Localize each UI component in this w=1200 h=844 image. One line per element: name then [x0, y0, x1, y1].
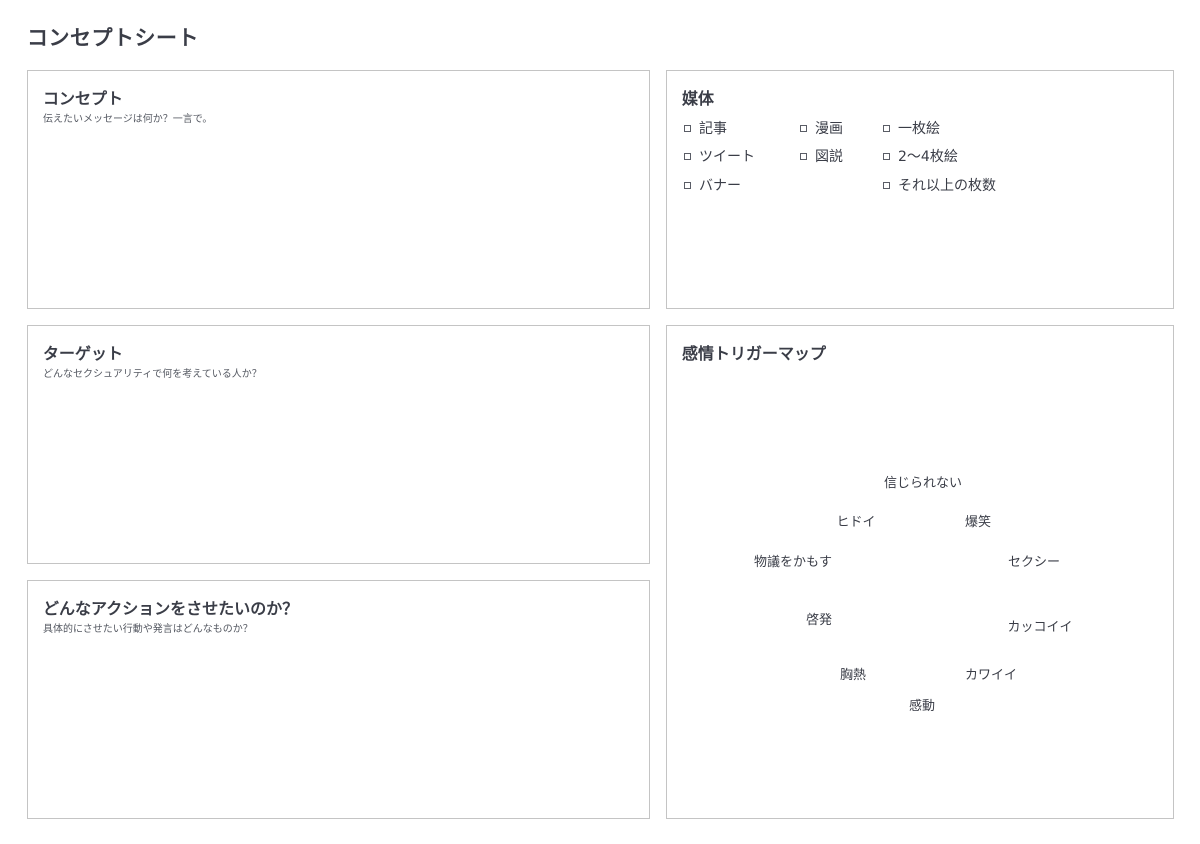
media-option-label: 一枚絵: [898, 121, 940, 137]
media-panel: 媒体 記事 ツイート バナー 漫画 図説 一枚絵 2～4枚絵 それ以上の枚数: [666, 70, 1174, 309]
target-panel: ターゲット どんなセクシュアリティで何を考えている人か？: [27, 325, 650, 564]
checkbox-icon[interactable]: [684, 152, 691, 160]
emotion-word-controversial: 物議をかもす: [753, 555, 833, 570]
concept-subtitle: 伝えたいメッセージは何か？一言で。: [43, 114, 213, 125]
media-option-manga[interactable]: 漫画: [800, 118, 843, 138]
emotion-word-sexy: セクシー: [1007, 555, 1061, 570]
media-option-label: 図説: [815, 149, 843, 165]
checkbox-icon[interactable]: [684, 181, 691, 189]
media-option-banner[interactable]: バナー: [684, 175, 741, 195]
emotion-word-moving: 感動: [908, 699, 936, 714]
media-option-label: それ以上の枚数: [898, 178, 996, 194]
emotion-word-heartwarming: 胸熱: [839, 668, 867, 683]
media-option-label: ツイート: [699, 149, 755, 165]
emotion-word-lol: 爆笑: [964, 515, 992, 530]
media-option-article[interactable]: 記事: [684, 118, 727, 138]
emotion-word-cute: カワイイ: [964, 668, 1018, 683]
media-option-label: 漫画: [815, 121, 843, 137]
concept-heading: コンセプト: [43, 89, 124, 108]
checkbox-icon[interactable]: [800, 152, 807, 160]
media-option-single-image[interactable]: 一枚絵: [883, 118, 940, 138]
media-option-label: 2～4枚絵: [898, 149, 958, 165]
media-heading: 媒体: [682, 89, 715, 108]
media-option-label: バナー: [699, 178, 741, 194]
action-heading: どんなアクションをさせたいのか？: [43, 599, 299, 618]
action-subtitle: 具体的にさせたい行動や発言はどんなものか？: [43, 624, 253, 635]
target-heading: ターゲット: [43, 344, 124, 363]
checkbox-icon[interactable]: [883, 152, 890, 160]
media-option-label: 記事: [699, 121, 727, 137]
checkbox-icon[interactable]: [800, 124, 807, 132]
media-option-2-4-images[interactable]: 2～4枚絵: [883, 146, 958, 166]
checkbox-icon[interactable]: [883, 181, 890, 189]
concept-panel: コンセプト 伝えたいメッセージは何か？一言で。: [27, 70, 650, 309]
media-option-more-images[interactable]: それ以上の枚数: [883, 175, 996, 195]
page-title: コンセプトシート: [27, 26, 199, 50]
target-subtitle: どんなセクシュアリティで何を考えている人か？: [43, 369, 262, 380]
emotion-map-heading: 感情トリガーマップ: [682, 344, 827, 363]
checkbox-icon[interactable]: [883, 124, 890, 132]
action-panel: どんなアクションをさせたいのか？ 具体的にさせたい行動や発言はどんなものか？: [27, 580, 650, 819]
media-option-tweet[interactable]: ツイート: [684, 146, 755, 166]
emotion-word-terrible: ヒドイ: [836, 515, 876, 530]
media-option-diagram[interactable]: 図説: [800, 146, 843, 166]
emotion-word-cool: カッコイイ: [1007, 620, 1073, 635]
emotion-word-enlightening: 啓発: [805, 613, 833, 628]
emotion-map-panel: 感情トリガーマップ 信じられない ヒドイ 爆笑 物議をかもす セクシー 啓発 カ…: [666, 325, 1174, 819]
checkbox-icon[interactable]: [684, 124, 691, 132]
emotion-word-unbelievable: 信じられない: [883, 476, 963, 491]
